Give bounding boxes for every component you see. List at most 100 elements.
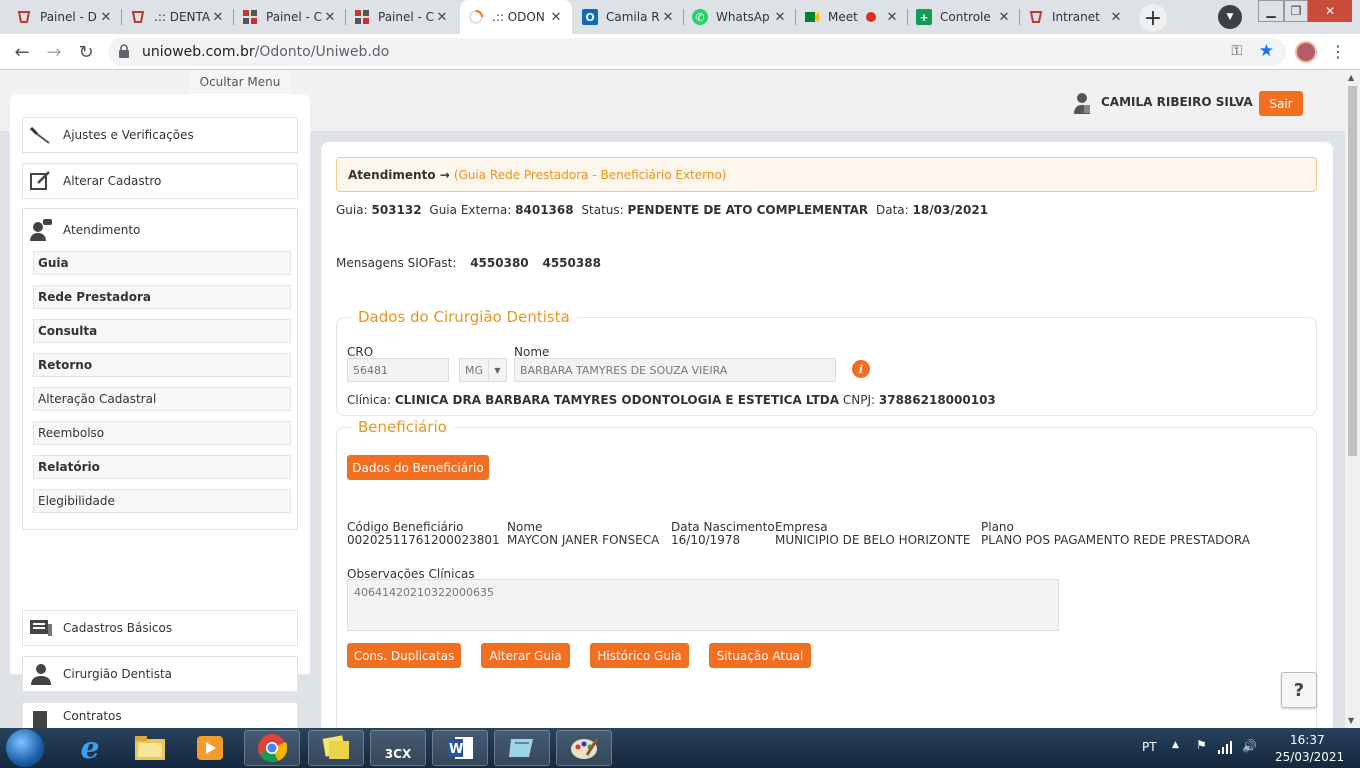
reload-button[interactable]: ↻ [74,40,98,64]
sidebar-subitem-rede-prestadora[interactable]: Rede Prestadora [33,285,291,309]
close-icon[interactable]: ✕ [98,10,114,25]
window-close-button[interactable]: ✕ [1308,0,1352,22]
chevron-down-icon: ▼ [488,359,506,381]
browser-tab[interactable]: Meet ✕ [796,0,908,34]
close-icon[interactable]: ✕ [548,10,564,25]
dentista-nome-field[interactable]: BARBARA TAMYRES DE SOUZA VIEIRA [514,358,836,382]
scroll-up-icon[interactable]: ▲ [1348,73,1354,82]
tab-label: .:: ODON [492,10,545,24]
codigo-beneficiario: Código Beneficiário 00202511761200023801 [347,520,500,547]
cards-icon [30,620,52,636]
browser-tab[interactable]: .:: DENTA ✕ [122,0,234,34]
outlook-icon: O [582,9,598,25]
close-icon[interactable]: ✕ [884,10,900,25]
sidebar-item-cadastros-basicos[interactable]: Cadastros Básicos [22,610,298,646]
browser-menu-icon[interactable]: ⋮ [1330,42,1346,61]
paint-icon[interactable] [556,730,612,766]
historico-guia-button[interactable]: Histórico Guia [590,643,689,668]
browser-tab-active[interactable]: .:: ODON ✕ [460,0,572,34]
sidebar-item-atendimento[interactable]: Atendimento [29,219,140,241]
bookmark-star-icon[interactable]: ★ [1259,41,1274,61]
action-center-icon[interactable]: ⚑ [1196,738,1207,752]
data-nascimento: Data Nascimento 16/10/1978 [671,520,775,547]
new-tab-button[interactable]: + [1139,4,1167,32]
sidebar-item-cirurgiao-dentista[interactable]: Cirurgião Dentista [22,656,298,692]
browser-tab[interactable]: + Controle ✕ [908,0,1020,34]
uf-select[interactable]: MG ▼ [459,358,507,382]
clock-time[interactable]: 16:37 [1290,733,1325,747]
observacoes-textarea[interactable]: 40641420210322000635 [347,579,1059,631]
scrollbar-thumb[interactable] [1348,86,1357,456]
sidebar-subitem-retorno[interactable]: Retorno [33,353,291,377]
svg-text:W: W [449,742,463,757]
media-player-icon[interactable] [182,730,238,766]
tab-search-button[interactable]: ▼ [1218,5,1242,29]
screwdriver-icon [29,126,50,144]
help-button[interactable]: ? [1281,672,1317,708]
sidebar-item-ajustes[interactable]: Ajustes e Verificações [22,117,298,153]
plano: Plano PLANO POS PAGAMENTO REDE PRESTADOR… [981,520,1250,547]
clock-date[interactable]: 25/03/2021 [1275,750,1344,764]
tab-label: Intranet [1052,10,1100,24]
url-bar[interactable]: unioweb.com.br/Odonto/Uniweb.do ⚿ ★ [108,38,1286,66]
sidebar-item-alterar-cadastro[interactable]: Alterar Cadastro [22,163,298,199]
close-icon[interactable]: ✕ [434,10,450,25]
tray-expand-icon[interactable]: ▲ [1172,740,1179,750]
guia-number: 503132 [371,203,422,217]
sidebar-subitem-relatorio[interactable]: Relatório [33,455,291,479]
close-icon[interactable]: ✕ [322,10,338,25]
editor-icon[interactable] [494,730,550,766]
dados-beneficiario-button[interactable]: Dados do Beneficiário [347,455,489,480]
cro-field[interactable]: 56481 [347,358,449,382]
profile-avatar[interactable] [1295,41,1317,63]
sidebar-subitem-elegibilidade[interactable]: Elegibilidade [33,489,291,513]
browser-tab[interactable]: Painel - C ✕ [346,0,458,34]
3cx-icon[interactable]: 3CX [370,730,426,766]
close-icon[interactable]: ✕ [660,10,676,25]
close-icon[interactable]: ✕ [1108,10,1124,25]
logout-button[interactable]: Sair [1259,91,1303,116]
close-icon[interactable]: ✕ [772,10,788,25]
windows-taskbar: e 3CX W PT ▲ ⚑ 🔊 16:37 25/03/2021 [0,728,1360,768]
sidebar-subitem-consulta[interactable]: Consulta [33,319,291,343]
alterar-guia-button[interactable]: Alterar Guia [481,643,570,668]
close-icon[interactable]: ✕ [996,10,1012,25]
network-icon[interactable] [1218,740,1232,754]
forward-button[interactable]: → [42,40,66,64]
minimize-button[interactable]: ▁ [1258,0,1284,22]
volume-icon[interactable]: 🔊 [1242,739,1257,753]
situacao-atual-button[interactable]: Situação Atual [709,643,811,668]
tab-label: Painel - D [40,10,97,24]
word-icon[interactable]: W [432,730,488,766]
restore-button[interactable]: ❐ [1284,0,1308,22]
browser-tab[interactable]: Painel - D ✕ [8,0,122,34]
back-button[interactable]: ← [10,40,34,64]
mensagem-code: 4550380 [470,256,529,270]
internet-explorer-icon[interactable]: e [62,730,118,766]
language-indicator[interactable]: PT [1142,740,1157,754]
browser-tab[interactable]: ✆ WhatsAp ✕ [684,0,796,34]
info-icon[interactable]: i [852,360,870,378]
sticky-notes-icon[interactable] [308,730,364,766]
sheets-icon: + [916,9,932,25]
person-icon [31,664,51,685]
tab-label: Controle [940,10,991,24]
start-button[interactable] [6,729,44,767]
sidebar-item-contratos[interactable]: Contratos [22,702,298,728]
dental-logo-icon [130,9,146,25]
sidebar-subitem-guia[interactable]: Guia [33,251,291,275]
browser-tab[interactable]: Intranet ✕ [1020,0,1132,34]
page-scrollbar[interactable]: ▲ ▼ [1345,70,1360,728]
chrome-taskbar-icon[interactable] [244,730,300,766]
hide-menu-button[interactable]: Ocultar Menu [190,70,290,94]
sidebar-subitem-alteracao-cadastral[interactable]: Alteração Cadastral [33,387,291,411]
file-explorer-icon[interactable] [122,730,178,766]
browser-tab[interactable]: O Camila R ✕ [574,0,684,34]
browser-tab[interactable]: Painel - C ✕ [234,0,346,34]
key-icon[interactable]: ⚿ [1231,43,1242,59]
scroll-down-icon[interactable]: ▼ [1348,716,1354,725]
sidebar-subitem-reembolso[interactable]: Reembolso [33,421,291,445]
close-icon[interactable]: ✕ [210,10,226,25]
cons-duplicatas-button[interactable]: Cons. Duplicatas [347,643,461,668]
whatsapp-icon: ✆ [692,9,708,25]
